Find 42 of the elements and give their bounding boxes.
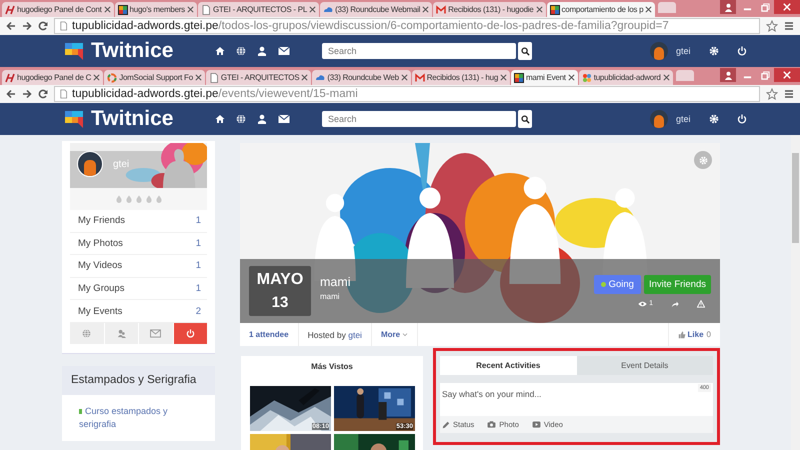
browser-tab[interactable]: comportamiento de los p [546,2,656,17]
tab[interactable]: Recent Activities [440,356,576,375]
url-text: tupublicidad-adwords.gtei.pe/events/viewevent/15-mami [72,88,358,100]
like-button[interactable]: Like [678,330,704,339]
group-link[interactable]: Curso estampados y serigrafia [79,404,179,431]
address-bar[interactable]: tupublicidad-adwords.gtei.pe/todos-los-grupos/viewdiscussion/6-comportamiento-de-los-padres-de-familia?groupid=7 [54,18,760,34]
browser-tab[interactable]: Recibidos (131) - hugodie [433,2,546,17]
browser-tab[interactable]: (33) Roundcube Webmail [320,2,432,17]
url-text: tupublicidad-adwords.gtei.pe/todos-los-grupos/viewdiscussion/6-comportamiento-de-los-padres-de-familia?groupid=7 [72,20,669,32]
browser-tab[interactable]: hugodiego Panel de Cont [2,2,114,17]
group-title: Estampados y Serigrafia [62,366,215,395]
host-link[interactable]: gtei [348,330,362,340]
logo-text: Twitnice [91,39,174,63]
username[interactable]: gtei [676,114,691,124]
panel-title: Más Vistos [310,361,354,371]
browser-tab[interactable]: (33) Roundcube Web [312,70,411,85]
address-bar[interactable]: tupublicidad-adwords.gtei.pe/events/viewevent/15-mami [54,86,760,102]
browser-tab[interactable]: GTEI - ARQUITECTOS - PL [198,2,320,17]
like-count: 0 [706,330,711,339]
menu-item[interactable]: My Friends 1 [70,210,207,233]
browser-tab[interactable]: hugodiego Panel de C [2,70,104,85]
browser-tab[interactable]: tupublicidad-adword [578,70,673,85]
more-button[interactable]: More [380,330,408,339]
hosted-by-text: Hosted by gtei [308,330,362,340]
going-button[interactable]: Going [594,274,641,294]
browser-tab[interactable]: Recibidos (131) - hug [412,70,510,85]
menu-item[interactable]: My Groups 1 [70,278,207,300]
username[interactable]: gtei [676,46,691,56]
browser-tab[interactable]: JomSocial Support Fo [104,70,205,85]
browser-tab[interactable]: GTEI - ARQUITECTOS [206,70,312,85]
search-field[interactable]: Search [322,111,516,127]
browser-tab[interactable]: hugo's members [114,2,197,17]
search-field[interactable]: Search [322,43,516,59]
browser-tab[interactable]: mami Event [511,70,578,85]
logo-text: Twitnice [91,107,174,131]
event-title: mami [320,275,351,289]
date-badge: MAYO 13 [249,266,311,316]
menu-item[interactable]: My Photos 1 [70,232,207,256]
event-subtitle: mami [320,292,341,301]
menu-item[interactable]: My Videos 1 [70,255,207,278]
tab[interactable]: Event Details [576,356,713,375]
attendee-link[interactable]: 1 attendee [249,330,289,339]
